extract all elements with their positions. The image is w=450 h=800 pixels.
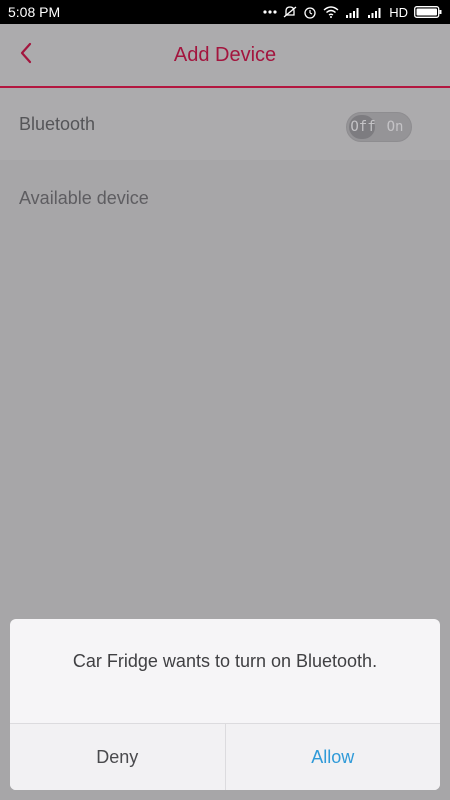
battery-icon [414, 6, 442, 18]
toggle-off-label: Off [350, 119, 376, 135]
more-dots-icon [263, 9, 277, 15]
app-header: Add Device [0, 24, 450, 88]
page-title: Add Device [173, 43, 277, 66]
status-time: 5:08 PM [8, 4, 61, 20]
signal-icon [367, 6, 383, 18]
network-type-label: HD [389, 4, 408, 20]
wifi-icon [323, 6, 339, 18]
deny-button[interactable]: Deny [10, 724, 226, 790]
available-device-label: Available device [19, 188, 149, 208]
toggle-on-label: On [386, 119, 404, 135]
alarm-icon [303, 5, 317, 19]
mute-icon [283, 5, 297, 19]
status-bar: 5:08 PM HD [0, 0, 450, 24]
allow-button[interactable]: Allow [225, 724, 440, 790]
dialog-message: Car Fridge wants to turn on Bluetooth. [72, 651, 378, 671]
status-icons: HD [263, 5, 442, 20]
dialog-actions: Deny Allow [10, 723, 440, 790]
bluetooth-toggle[interactable]: Off On [346, 112, 412, 142]
bluetooth-row: Bluetooth Off On [0, 88, 450, 160]
bluetooth-permission-dialog: Car Fridge wants to turn on Bluetooth. D… [10, 619, 440, 790]
signal-icon [345, 6, 361, 18]
